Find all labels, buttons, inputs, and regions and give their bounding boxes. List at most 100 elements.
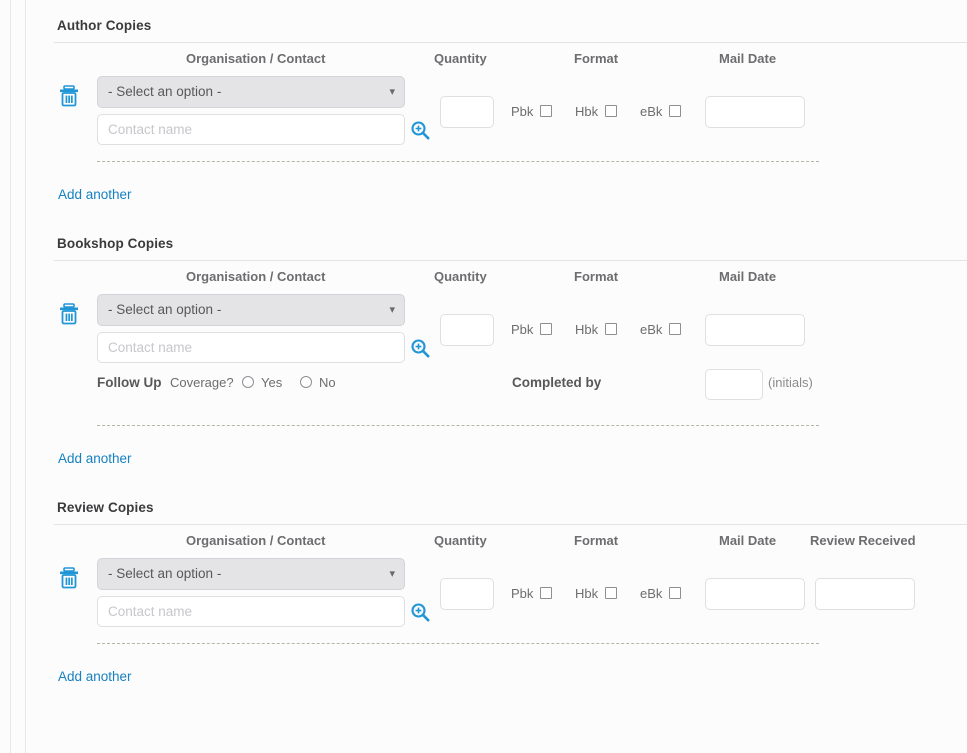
trash-icon[interactable] <box>58 566 80 590</box>
checkbox-box[interactable] <box>669 105 682 117</box>
organisation-select[interactable]: - Select an option - ▾ <box>97 294 405 326</box>
format-label-hbk: Hbk <box>575 104 599 119</box>
column-header-mail-date: Mail Date <box>719 51 777 66</box>
organisation-select-value: - Select an option - <box>108 84 222 99</box>
format-checkbox-ebk[interactable]: eBk <box>640 586 682 602</box>
organisation-select[interactable]: - Select an option - ▾ <box>97 558 405 590</box>
entry-row-author: - Select an option - ▾ Pbk <box>40 73 967 151</box>
quantity-input[interactable] <box>440 578 494 610</box>
format-label-pbk: Pbk <box>511 322 534 337</box>
entry-row-review: - Select an option - ▾ Pbk <box>40 555 967 633</box>
top-spacer <box>40 0 967 18</box>
page-root: Author Copies Organisation / Contact Qua… <box>0 0 967 753</box>
format-label-ebk: eBk <box>640 322 663 337</box>
chevron-down-icon: ▾ <box>389 568 395 580</box>
coverage-radio-no[interactable]: No <box>300 375 336 390</box>
trash-icon[interactable] <box>58 302 80 326</box>
magnifier-zoom-in-icon[interactable] <box>410 602 430 622</box>
follow-up-row: Follow Up Coverage? Yes No Completed by … <box>40 369 967 415</box>
section-title-review-copies: Review Copies <box>57 500 154 515</box>
column-header-review-received: Review Received <box>810 533 916 548</box>
coverage-radio-yes-label: Yes <box>261 375 283 390</box>
dashed-line <box>97 161 819 162</box>
quantity-input[interactable] <box>440 314 494 346</box>
column-headers-bookshop: Organisation / Contact Quantity Format M… <box>40 261 967 291</box>
entry-row-bookshop: - Select an option - ▾ Pbk <box>40 291 967 369</box>
section-bookshop-copies: Bookshop Copies Organisation / Contact Q… <box>40 236 967 468</box>
format-checkbox-pbk[interactable]: Pbk <box>511 104 553 120</box>
format-label-pbk: Pbk <box>511 104 534 119</box>
row-divider <box>40 151 967 173</box>
left-rail-inner <box>25 0 26 753</box>
format-checkbox-ebk[interactable]: eBk <box>640 322 682 338</box>
section-title-author-copies: Author Copies <box>57 18 152 33</box>
column-headers-author: Organisation / Contact Quantity Format M… <box>40 43 967 73</box>
radio-circle[interactable] <box>300 376 312 388</box>
column-header-organisation: Organisation / Contact <box>186 51 326 66</box>
add-another-link-bookshop[interactable]: Add another <box>58 451 132 466</box>
contact-name-input[interactable] <box>97 114 405 145</box>
radio-circle[interactable] <box>242 376 254 388</box>
column-header-mail-date: Mail Date <box>719 533 777 548</box>
format-checkbox-ebk[interactable]: eBk <box>640 104 682 120</box>
format-label-ebk: eBk <box>640 586 663 601</box>
checkbox-box[interactable] <box>605 323 618 335</box>
checkbox-box[interactable] <box>540 105 553 117</box>
format-label-hbk: Hbk <box>575 586 599 601</box>
mail-date-input[interactable] <box>705 96 805 128</box>
dashed-line <box>97 643 819 644</box>
chevron-down-icon: ▾ <box>389 304 395 316</box>
section-author-copies: Author Copies Organisation / Contact Qua… <box>40 18 967 204</box>
chevron-down-icon: ▾ <box>389 86 395 98</box>
review-received-input[interactable] <box>815 578 915 610</box>
completed-by-input[interactable] <box>705 369 763 400</box>
format-checkbox-pbk[interactable]: Pbk <box>511 586 553 602</box>
column-header-format: Format <box>574 51 619 66</box>
checkbox-box[interactable] <box>540 587 553 599</box>
completed-by-label: Completed by <box>512 375 602 390</box>
format-label-hbk: Hbk <box>575 322 599 337</box>
row-divider <box>40 415 967 437</box>
row-divider <box>40 633 967 655</box>
column-header-format: Format <box>574 269 619 284</box>
mail-date-input[interactable] <box>705 578 805 610</box>
mail-date-input[interactable] <box>705 314 805 346</box>
format-checkbox-hbk[interactable]: Hbk <box>575 322 618 338</box>
section-review-copies: Review Copies Organisation / Contact Qua… <box>40 500 967 686</box>
column-header-organisation: Organisation / Contact <box>186 269 326 284</box>
format-checkbox-hbk[interactable]: Hbk <box>575 586 618 602</box>
coverage-question-label: Coverage? <box>170 375 234 390</box>
column-header-format: Format <box>574 533 619 548</box>
organisation-select-value: - Select an option - <box>108 566 222 581</box>
magnifier-zoom-in-icon[interactable] <box>410 120 430 140</box>
quantity-input[interactable] <box>440 96 494 128</box>
checkbox-box[interactable] <box>669 323 682 335</box>
format-checkbox-hbk[interactable]: Hbk <box>575 104 618 120</box>
initials-note: (initials) <box>768 375 813 390</box>
contact-name-input[interactable] <box>97 596 405 627</box>
column-header-quantity: Quantity <box>434 269 487 284</box>
contact-name-input[interactable] <box>97 332 405 363</box>
add-another-link-author[interactable]: Add another <box>58 187 132 202</box>
coverage-radio-yes[interactable]: Yes <box>242 375 282 390</box>
form-content: Author Copies Organisation / Contact Qua… <box>40 0 967 753</box>
add-another-link-review[interactable]: Add another <box>58 669 132 684</box>
coverage-radio-no-label: No <box>319 375 336 390</box>
magnifier-zoom-in-icon[interactable] <box>410 338 430 358</box>
trash-icon[interactable] <box>58 84 80 108</box>
organisation-select-value: - Select an option - <box>108 302 222 317</box>
organisation-select[interactable]: - Select an option - ▾ <box>97 76 405 108</box>
dashed-line <box>97 425 819 426</box>
checkbox-box[interactable] <box>605 105 618 117</box>
format-label-ebk: eBk <box>640 104 663 119</box>
format-checkbox-pbk[interactable]: Pbk <box>511 322 553 338</box>
column-header-mail-date: Mail Date <box>719 269 777 284</box>
section-title-bookshop-copies: Bookshop Copies <box>57 236 174 251</box>
column-header-quantity: Quantity <box>434 51 487 66</box>
checkbox-box[interactable] <box>605 587 618 599</box>
checkbox-box[interactable] <box>669 587 682 599</box>
checkbox-box[interactable] <box>540 323 553 335</box>
column-header-quantity: Quantity <box>434 533 487 548</box>
